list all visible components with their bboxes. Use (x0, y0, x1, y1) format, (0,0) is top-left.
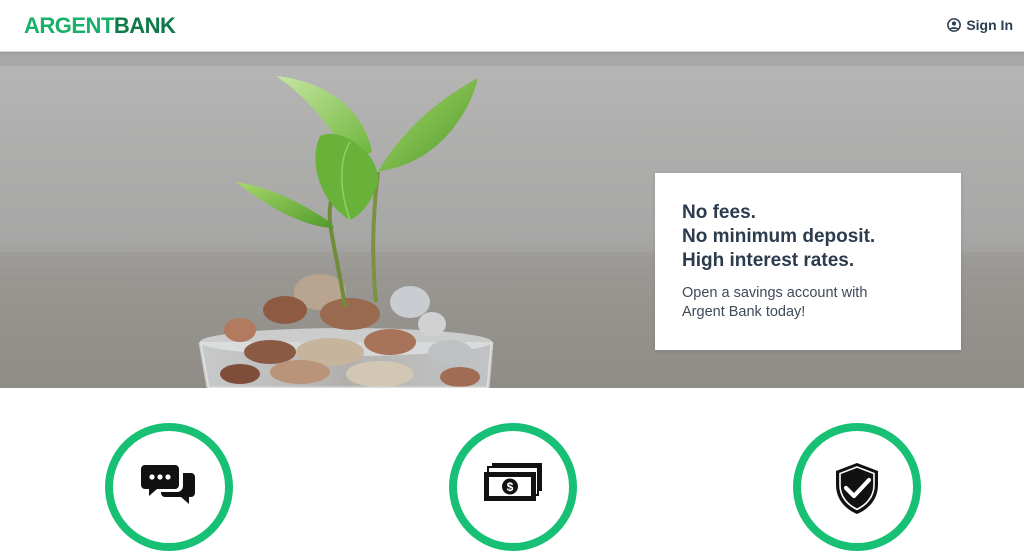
promo-headline: No fees. No minimum deposit. High intere… (682, 201, 934, 273)
user-circle-icon (947, 18, 962, 32)
logo-text-argent: ARGENT (24, 13, 114, 38)
money-icon: $ (484, 463, 542, 501)
site-header: ARGENTBANK Sign In (0, 0, 1024, 52)
promo-subtext: Open a savings account with Argent Bank … (682, 285, 868, 320)
headline-line-no-fees: No fees. (682, 202, 756, 223)
logo-text-bank: BANK (113, 13, 176, 38)
headline-line-interest: High interest rates. (682, 250, 855, 271)
svg-text:$: $ (507, 480, 514, 494)
features-section: $ (0, 388, 1024, 551)
feature-chat-circle (105, 423, 233, 551)
feature-money-circle: $ (449, 423, 577, 551)
sign-in-link[interactable]: Sign In (947, 15, 1013, 35)
argent-bank-logo[interactable]: ARGENTBANK (24, 13, 176, 39)
feature-security-circle (793, 423, 921, 551)
headline-line-no-minimum: No minimum deposit. (682, 226, 876, 247)
security-shield-icon (836, 463, 878, 514)
chat-icon (141, 465, 195, 504)
hero-banner: No fees. No minimum deposit. High intere… (0, 52, 1024, 388)
promo-card: No fees. No minimum deposit. High intere… (655, 173, 961, 350)
sign-in-label: Sign In (966, 17, 1013, 33)
